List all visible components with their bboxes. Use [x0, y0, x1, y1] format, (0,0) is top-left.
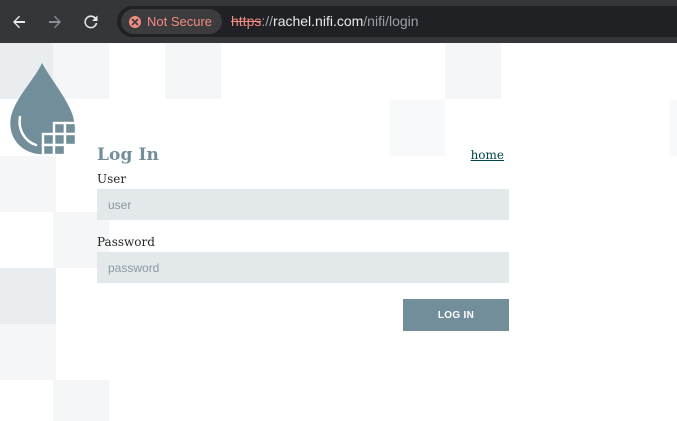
not-secure-warning-icon	[129, 15, 141, 28]
url-path: /nifi/login	[363, 13, 419, 29]
url-text[interactable]: https://rachel.nifi.com/nifi/login	[231, 13, 419, 29]
browser-toolbar: Not Secure https://rachel.nifi.com/nifi/…	[0, 0, 677, 43]
back-button[interactable]	[5, 8, 33, 36]
user-label: User	[97, 172, 127, 186]
address-bar[interactable]: Not Secure https://rachel.nifi.com/nifi/…	[117, 6, 677, 37]
background-tile	[669, 100, 677, 156]
background-tile	[0, 156, 56, 212]
forward-button[interactable]	[41, 8, 69, 36]
security-label: Not Secure	[147, 14, 213, 29]
login-page: Log In home User Password LOG IN	[0, 43, 677, 421]
back-arrow-icon	[13, 15, 25, 29]
url-separator: ://	[261, 13, 274, 29]
password-input[interactable]	[97, 252, 509, 283]
url-scheme: https	[231, 13, 262, 29]
nifi-drop-logo-icon	[10, 63, 78, 157]
login-button[interactable]: LOG IN	[403, 299, 509, 331]
background-tile	[0, 324, 56, 380]
home-link[interactable]: home	[471, 148, 504, 162]
forward-arrow-icon	[49, 15, 61, 29]
username-input[interactable]	[97, 189, 509, 220]
reload-icon	[84, 15, 98, 29]
security-indicator[interactable]: Not Secure	[121, 9, 223, 34]
background-tile	[389, 100, 445, 156]
background-tile	[0, 268, 56, 324]
background-tile	[445, 43, 501, 99]
url-host: rachel.nifi.com	[273, 13, 364, 29]
login-title: Log In	[97, 145, 160, 165]
password-label: Password	[97, 235, 155, 249]
background-tile	[53, 380, 109, 421]
background-tile	[165, 43, 221, 99]
reload-button[interactable]	[77, 8, 105, 36]
